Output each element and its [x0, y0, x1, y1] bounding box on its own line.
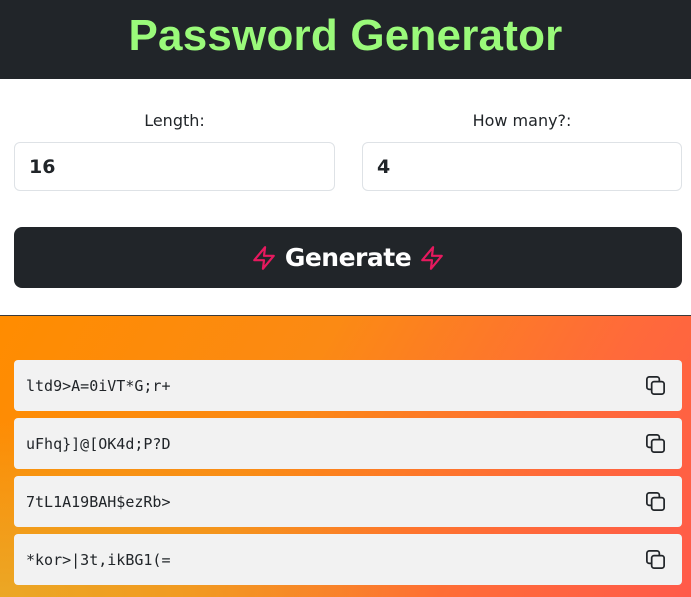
- page-title: Password Generator: [128, 10, 563, 60]
- copy-icon[interactable]: [643, 432, 667, 456]
- password-results: ltd9>A=0iVT*G;r+ uFhq}]@[OK4d;P?D 7tL1A1…: [0, 315, 691, 597]
- generate-button[interactable]: Generate: [14, 227, 682, 288]
- copy-icon[interactable]: [643, 548, 667, 572]
- length-label: Length:: [144, 111, 205, 130]
- count-input[interactable]: [362, 142, 682, 191]
- generate-label: Generate: [284, 243, 412, 272]
- length-input[interactable]: [14, 142, 335, 191]
- password-text: ltd9>A=0iVT*G;r+: [26, 376, 171, 395]
- password-row: *kor>|3t,ikBG1(=: [14, 534, 682, 585]
- copy-icon[interactable]: [643, 490, 667, 514]
- copy-icon[interactable]: [643, 374, 667, 398]
- password-row: ltd9>A=0iVT*G;r+: [14, 360, 682, 411]
- app-header: Password Generator: [0, 0, 691, 79]
- lightning-icon: [419, 245, 445, 271]
- password-row: uFhq}]@[OK4d;P?D: [14, 418, 682, 469]
- lightning-icon: [251, 245, 277, 271]
- password-text: *kor>|3t,ikBG1(=: [26, 550, 171, 569]
- count-label: How many?:: [472, 111, 572, 130]
- password-text: uFhq}]@[OK4d;P?D: [26, 434, 171, 453]
- password-row: 7tL1A19BAH$ezRb>: [14, 476, 682, 527]
- password-text: 7tL1A19BAH$ezRb>: [26, 492, 171, 511]
- generator-form: Length: How many?: Generate: [0, 79, 691, 315]
